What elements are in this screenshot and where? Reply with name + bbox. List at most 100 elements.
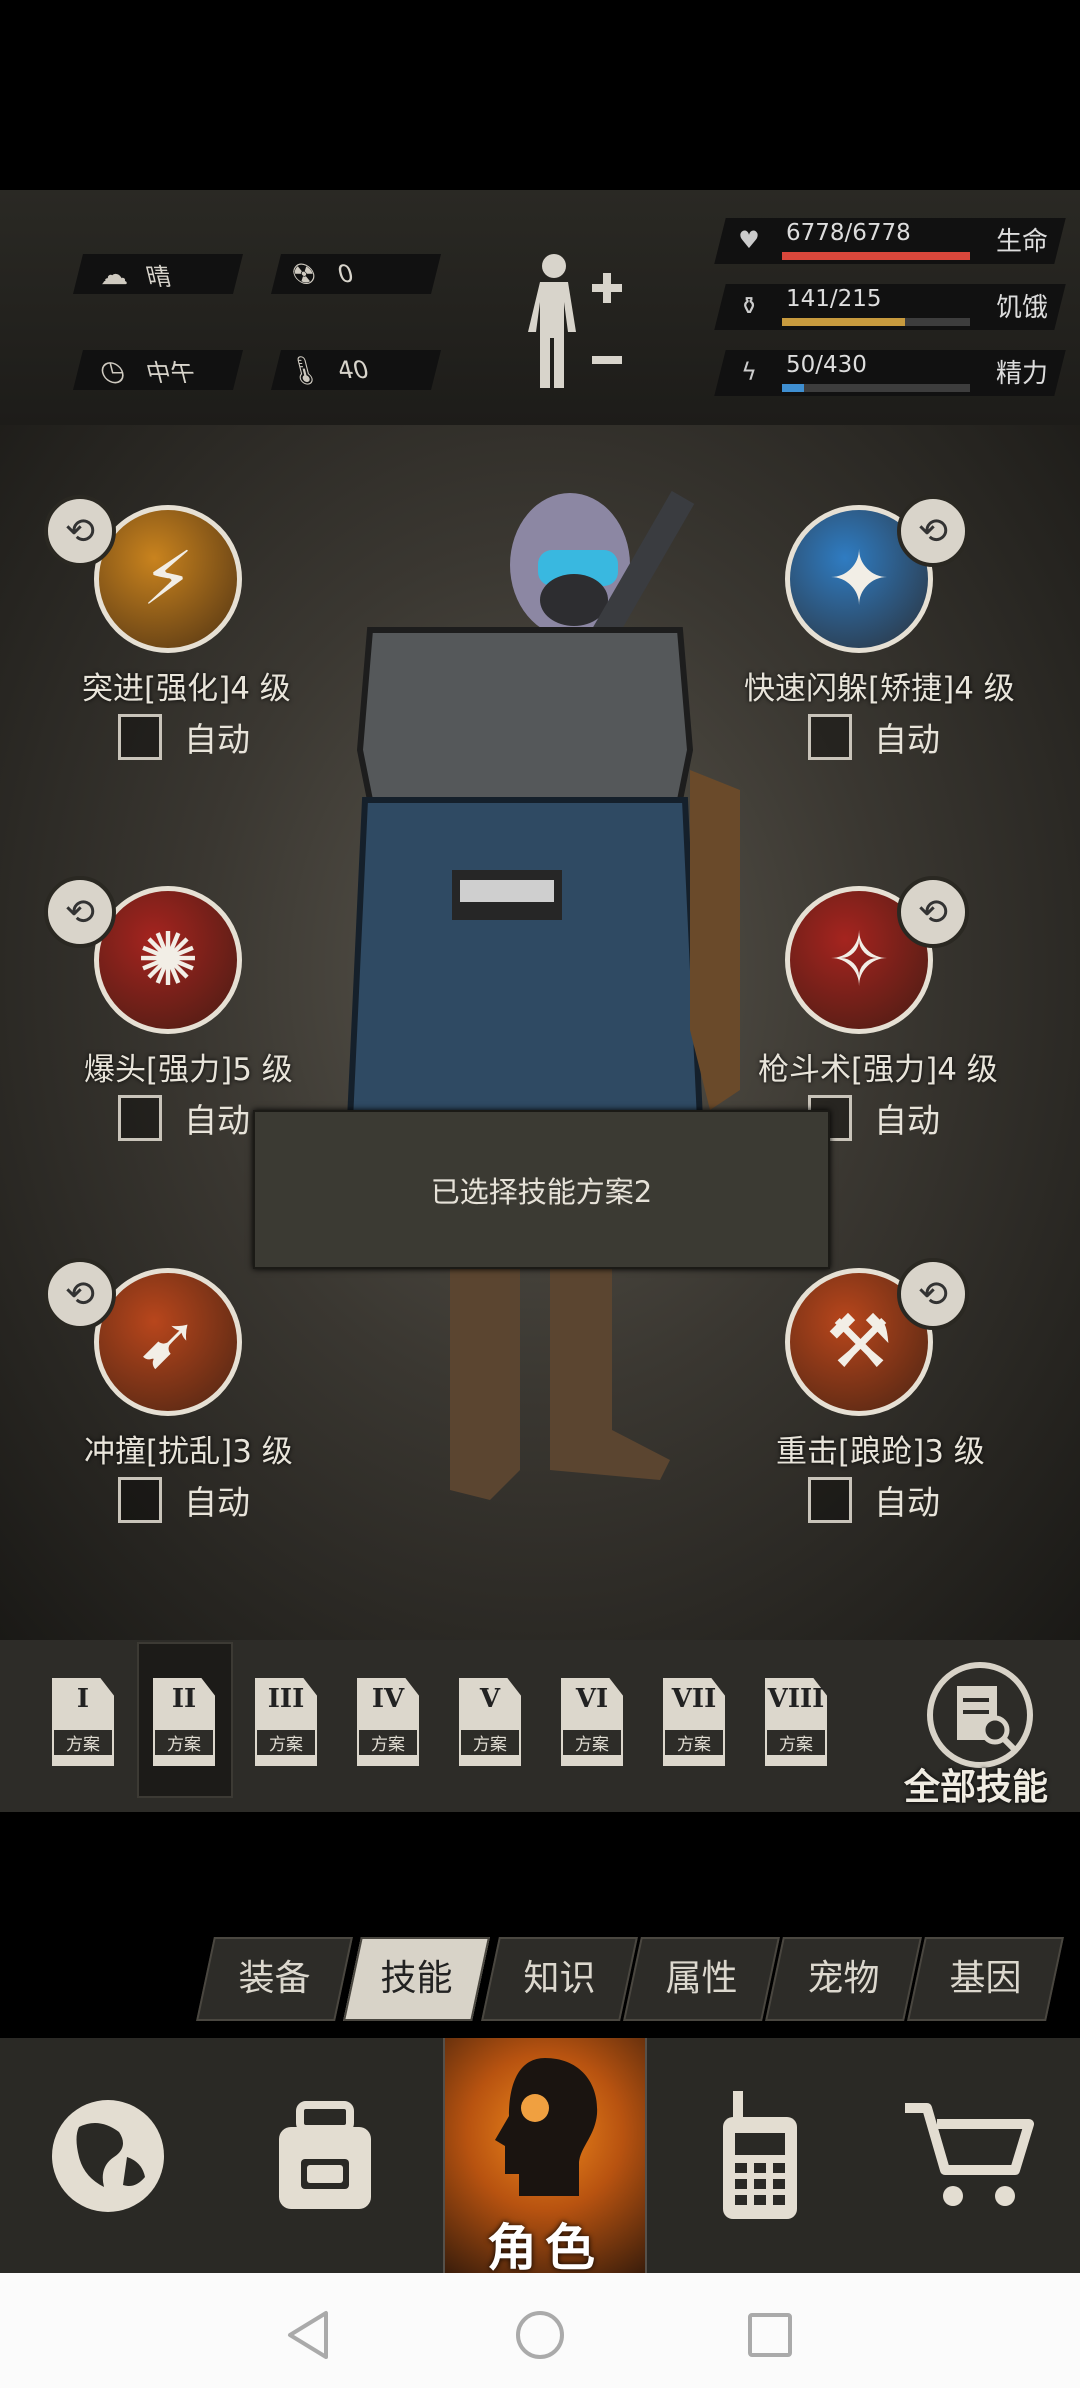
skill-slot-2[interactable]: ✦ ⟲ 快速闪躲[矫捷]4 级 自动 [740,495,1040,785]
weather-info: ☁ 晴 [79,254,175,294]
preset-label: 方案 [665,1730,723,1755]
auto-checkbox[interactable] [808,1477,852,1523]
auto-checkbox[interactable] [118,1095,162,1141]
heart-rate-icon: ♥ [738,226,760,254]
tab-label: 基因 [949,1958,1022,1999]
nav-character[interactable]: 角色 [443,2038,647,2277]
hunger-bar: ⚱ 141/215 饥饿 [714,284,1066,330]
swap-skill-icon[interactable]: ⟲ [44,495,116,567]
preset-5[interactable]: V 方案 [459,1678,521,1766]
headshot-icon[interactable]: ✺ [94,886,242,1034]
document-search-icon [927,1662,1033,1768]
time-info: ◷ 中午 [79,350,199,390]
auto-toggle[interactable]: 自动 [118,1476,250,1524]
preset-numeral: V [479,1684,501,1714]
auto-toggle[interactable]: 自动 [118,713,250,761]
dash-icon[interactable]: ⚡ [94,505,242,653]
health-label: 生命 [996,227,1049,257]
preset-4[interactable]: IV 方案 [357,1678,419,1766]
preset-numeral: I [76,1684,90,1714]
auto-label: 自动 [874,720,940,759]
auto-toggle[interactable]: 自动 [808,713,940,761]
status-header: ☁ 晴 ☢ 0 ◷ 中午 🌡 40 ♥ 6778/6778 生命 ⚱ 141/2… [0,190,1080,427]
preset-3[interactable]: III 方案 [255,1678,317,1766]
swap-skill-icon[interactable]: ⟲ [897,495,969,567]
recents-icon[interactable] [746,2311,794,2359]
character-portrait [340,470,740,1550]
thermometer-icon: 🌡 [282,353,326,387]
swap-skill-icon[interactable]: ⟲ [897,1258,969,1330]
skill-name: 突进[强化]4 级 [82,671,291,707]
back-icon[interactable] [284,2309,332,2361]
auto-checkbox[interactable] [118,1477,162,1523]
energy-value: 50/430 [786,352,867,378]
nav-character-label: 角色 [487,2219,603,2277]
preset-label: 方案 [54,1730,112,1755]
tab-equipment[interactable]: 装备 [196,1937,353,2021]
swap-skill-icon[interactable]: ⟲ [897,876,969,948]
preset-1[interactable]: I 方案 [52,1678,114,1766]
preset-label: 方案 [767,1730,825,1755]
tab-genes[interactable]: 基因 [907,1937,1064,2021]
skill-slot-6[interactable]: ⚒ ⟲ 重击[踉跄]3 级 自动 [740,1258,1040,1548]
preset-numeral: IV [371,1684,405,1714]
nav-shop[interactable] [868,2038,1068,2273]
skill-name: 枪斗术[强力]4 级 [758,1052,998,1088]
auto-checkbox[interactable] [808,714,852,760]
tab-knowledge[interactable]: 知识 [481,1937,638,2021]
auto-checkbox[interactable] [118,714,162,760]
tab-label: 宠物 [807,1958,880,1999]
swap-skill-icon[interactable]: ⟲ [44,1258,116,1330]
all-skills-button[interactable]: 全部技能 [880,1650,1080,1808]
system-navigation-bar [0,2273,1080,2388]
skill-slot-5[interactable]: ➹ ⟲ 冲撞[扰乱]3 级 自动 [44,1258,344,1548]
auto-label: 自动 [184,720,250,759]
auto-label: 自动 [184,1101,250,1140]
nav-world-map[interactable] [8,2038,208,2273]
skill-slot-1[interactable]: ⚡ ⟲ 突进[强化]4 级 自动 [44,495,344,785]
skill-name: 冲撞[扰乱]3 级 [84,1434,293,1470]
charge-icon[interactable]: ➹ [94,1268,242,1416]
preset-6[interactable]: VI 方案 [561,1678,623,1766]
nav-radio[interactable] [660,2038,860,2273]
preset-numeral: VIII [767,1684,825,1714]
hunger-fill [782,318,906,326]
hunger-value: 141/215 [786,286,882,312]
tab-attributes[interactable]: 属性 [623,1937,780,2021]
energy-fill [782,384,804,392]
energy-bar: ϟ 50/430 精力 [714,350,1066,396]
preset-2[interactable]: II 方案 [153,1678,215,1766]
auto-toggle[interactable]: 自动 [118,1094,250,1142]
body-figure-icon [528,254,622,388]
shopping-cart-icon [905,2102,1034,2206]
auto-label: 自动 [874,1101,940,1140]
health-bar: ♥ 6778/6778 生命 [714,218,1066,264]
walkie-talkie-icon [723,2090,797,2219]
preset-label: 方案 [359,1730,417,1755]
preset-label: 方案 [257,1730,315,1755]
tab-pets[interactable]: 宠物 [765,1937,922,2021]
auto-label: 自动 [874,1483,940,1522]
home-icon[interactable] [514,2309,566,2361]
cloudy-sun-icon: ☁ [93,257,131,291]
body-status-button[interactable] [522,250,632,400]
preset-label: 方案 [461,1730,519,1755]
auto-label: 自动 [184,1483,250,1522]
tab-skills[interactable]: 技能 [343,1937,490,2021]
preset-8[interactable]: VIII 方案 [765,1678,827,1766]
radiation-info: ☢ 0 [271,254,358,294]
preset-numeral: III [267,1684,305,1714]
globe-icon [52,2099,164,2212]
preset-7[interactable]: VII 方案 [663,1678,725,1766]
swap-skill-icon[interactable]: ⟲ [44,876,116,948]
preset-numeral: VI [575,1684,609,1714]
energy-label: 精力 [996,359,1049,389]
backpack-icon [279,2100,371,2209]
temperature-info: 🌡 40 [271,350,374,390]
nav-backpack[interactable] [225,2038,425,2273]
preset-numeral: II [171,1684,197,1714]
tab-label: 技能 [380,1958,453,1999]
lightning-icon: ϟ [741,358,757,386]
auto-toggle[interactable]: 自动 [808,1476,940,1524]
hunger-label: 饥饿 [996,293,1049,323]
